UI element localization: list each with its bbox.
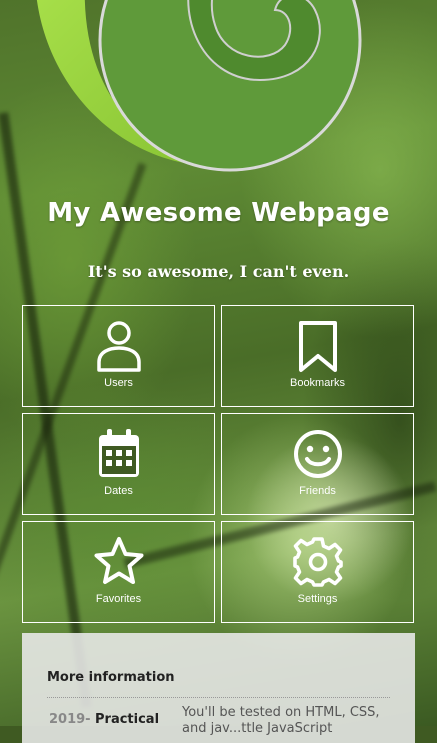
logo-swirl — [36, 0, 362, 172]
tile-settings[interactable]: Settings — [221, 521, 414, 623]
tile-label: Bookmarks — [289, 377, 346, 389]
page-subtitle: It's so awesome, I can't even. — [87, 262, 350, 281]
tile-friends[interactable]: Friends — [221, 413, 414, 515]
tile-bookmarks[interactable]: Bookmarks — [221, 305, 414, 407]
divider — [47, 697, 390, 698]
tile-dates[interactable]: Dates — [22, 413, 215, 515]
tile-label: Settings — [297, 593, 338, 605]
bookmark-icon — [298, 321, 337, 372]
user-icon — [96, 321, 141, 372]
info-heading: More information — [47, 670, 175, 685]
smiley-icon — [293, 430, 342, 478]
tile-label: Dates — [104, 485, 133, 497]
info-row-year: 2019- — [49, 712, 91, 727]
more-info-panel: More information 2019- Practical You'll … — [22, 633, 415, 743]
page-title: My Awesome Webpage — [47, 198, 390, 228]
info-row-text: You'll be tested on HTML, CSS, and jav..… — [182, 705, 380, 736]
star-icon — [94, 537, 143, 584]
gear-icon — [292, 537, 343, 587]
info-row-title: Practical — [95, 712, 160, 727]
tile-label: Favorites — [95, 593, 142, 605]
tile-favorites[interactable]: Favorites — [22, 521, 215, 623]
calendar-icon — [98, 429, 139, 477]
tile-label: Friends — [299, 485, 336, 497]
tile-label: Users — [104, 377, 133, 389]
tile-users[interactable]: Users — [22, 305, 215, 407]
